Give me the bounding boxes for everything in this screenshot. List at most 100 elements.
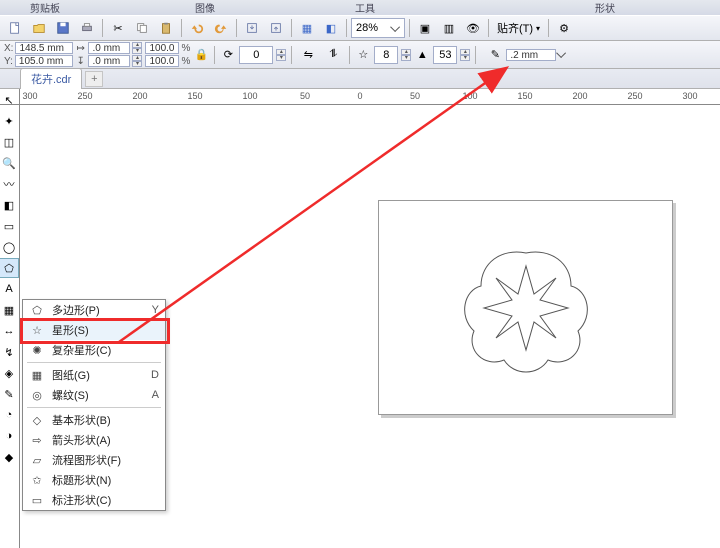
flyout-item[interactable]: ☆星形(S) [23, 320, 165, 340]
star-points-input[interactable]: 8 [374, 46, 398, 64]
outline-tool-icon[interactable]: ◔ [0, 405, 19, 425]
width-input[interactable]: .0 mm [88, 42, 130, 54]
spinner[interactable]: ▴▾ [132, 55, 142, 67]
cut-icon[interactable]: ✂ [107, 17, 129, 39]
fullscreen-icon[interactable]: ▣ [414, 17, 436, 39]
save-icon[interactable] [52, 17, 74, 39]
spinner[interactable]: ▴▾ [460, 49, 470, 61]
ruler-tick: 100 [242, 91, 257, 101]
copy-icon[interactable] [131, 17, 153, 39]
app-launcher-icon[interactable]: ▦ [296, 17, 318, 39]
x-input[interactable]: 148.5 mm [15, 42, 73, 54]
pick-tool-icon[interactable]: ↖ [0, 90, 19, 110]
shape-icon: ▭ [29, 494, 45, 507]
document-tab[interactable]: 花卉.cdr [20, 68, 82, 89]
flyout-item[interactable]: ✺复杂星形(C) [23, 340, 165, 360]
show-rulers-icon[interactable]: ▥ [438, 17, 460, 39]
flyout-item[interactable]: ✩标题形状(N) [23, 470, 165, 490]
scale-x-input[interactable]: 100.0 [145, 42, 179, 54]
print-icon[interactable] [76, 17, 98, 39]
ellipse-tool-icon[interactable]: ◯ [0, 237, 19, 257]
flyout-label: 基本形状(B) [52, 412, 138, 428]
snap-to-dropdown[interactable]: 贴齐(T) ▾ [493, 17, 544, 39]
paste-icon[interactable] [155, 17, 177, 39]
polygon-tool-icon[interactable]: ⬠ [0, 258, 19, 278]
flyout-item[interactable]: ◎螺纹(S)A [23, 385, 165, 405]
page-boundary [378, 200, 673, 415]
flyout-item[interactable]: ⇨箭头形状(A) [23, 430, 165, 450]
menu-item[interactable]: 形状 [560, 0, 650, 15]
undo-icon[interactable] [186, 17, 208, 39]
mirror-h-icon[interactable]: ⇋ [297, 44, 319, 66]
scale-y-input[interactable]: 100.0 [145, 55, 179, 67]
property-bar: X:148.5 mm Y:105.0 mm ↦.0 mm▴▾ ↧.0 mm▴▾ … [0, 41, 720, 69]
size-group: ↦.0 mm▴▾ ↧.0 mm▴▾ [76, 42, 142, 67]
separator-icon [181, 19, 182, 37]
shortcut-key: D [145, 369, 159, 381]
spinner[interactable]: ▴▾ [401, 49, 411, 61]
flyout-label: 复杂星形(C) [52, 342, 138, 358]
preview-icon[interactable]: 👁 [462, 17, 484, 39]
interactive-fill-icon[interactable]: ◆ [0, 447, 19, 467]
add-document-button[interactable]: + [85, 71, 103, 87]
outline-width-input[interactable]: .2 mm [506, 49, 556, 61]
eyedropper-tool-icon[interactable]: ✎ [0, 384, 19, 404]
text-tool-icon[interactable]: A [0, 279, 19, 299]
flyout-item[interactable]: ⬠多边形(P)Y [23, 300, 165, 320]
document-tabs: 花卉.cdr + [0, 69, 720, 89]
zoom-combo[interactable]: 28% [351, 18, 405, 38]
dimension-tool-icon[interactable]: ↔ [0, 321, 19, 341]
shape-icon: ▱ [29, 454, 45, 467]
separator [27, 362, 161, 363]
new-icon[interactable] [4, 17, 26, 39]
shortcut-key: Y [145, 304, 159, 316]
height-input[interactable]: .0 mm [88, 55, 130, 67]
ruler-tick: 250 [77, 91, 92, 101]
mirror-v-icon[interactable]: ⥮ [322, 44, 344, 66]
shape-tool-icon[interactable]: ✦ [0, 111, 19, 131]
sharpness-icon: ▲ [414, 47, 430, 63]
flyout-label: 星形(S) [52, 322, 138, 338]
rectangle-tool-icon[interactable]: ▭ [0, 216, 19, 236]
ruler-tick: 0 [357, 91, 362, 101]
import-icon[interactable] [241, 17, 263, 39]
ruler-tick: 150 [187, 91, 202, 101]
connector-tool-icon[interactable]: ↯ [0, 342, 19, 362]
freehand-tool-icon[interactable]: 〰 [0, 174, 19, 194]
rotation-input[interactable]: 0 [239, 46, 273, 64]
workspace: 30025020015010050050100150200250300 ↖ ✦ … [0, 89, 720, 548]
star-points-group: ☆ 8 ▴▾ [355, 46, 411, 64]
snap-label: 贴齐(T) [497, 20, 533, 36]
flyout-item[interactable]: ◇基本形状(B) [23, 410, 165, 430]
pen-icon: ✎ [487, 47, 503, 63]
open-icon[interactable] [28, 17, 50, 39]
menu-item[interactable]: 剪贴板 [0, 0, 90, 15]
flyout-item[interactable]: ▦图纸(G)D [23, 365, 165, 385]
y-input[interactable]: 105.0 mm [15, 55, 73, 67]
redo-icon[interactable] [210, 17, 232, 39]
lock-ratio-icon[interactable]: 🔒 [193, 42, 209, 68]
star-sharp-input[interactable]: 53 [433, 46, 457, 64]
ruler-tick: 50 [300, 91, 310, 101]
shape-icon: ✩ [29, 474, 45, 487]
effects-tool-icon[interactable]: ◈ [0, 363, 19, 383]
fill-tool-icon[interactable]: ◑ [0, 426, 19, 446]
flyout-item[interactable]: ▭标注形状(C) [23, 490, 165, 510]
smart-fill-icon[interactable]: ◧ [0, 195, 19, 215]
welcome-icon[interactable]: ◧ [320, 17, 342, 39]
y-label: Y: [4, 56, 13, 67]
spinner[interactable]: ▴▾ [132, 42, 142, 54]
table-tool-icon[interactable]: ▦ [0, 300, 19, 320]
menu-item[interactable]: 工具 [320, 0, 410, 15]
separator-icon [291, 46, 292, 64]
spinner[interactable]: ▴▾ [276, 49, 286, 61]
export-icon[interactable] [265, 17, 287, 39]
options-icon[interactable]: ⚙ [553, 17, 575, 39]
ruler-tick: 200 [132, 91, 147, 101]
crop-tool-icon[interactable]: ◫ [0, 132, 19, 152]
star-icon: ☆ [355, 47, 371, 63]
shape-icon: ◎ [29, 389, 45, 402]
zoom-tool-icon[interactable]: 🔍 [0, 153, 19, 173]
flyout-item[interactable]: ▱流程图形状(F) [23, 450, 165, 470]
menu-item[interactable]: 图像 [160, 0, 250, 15]
